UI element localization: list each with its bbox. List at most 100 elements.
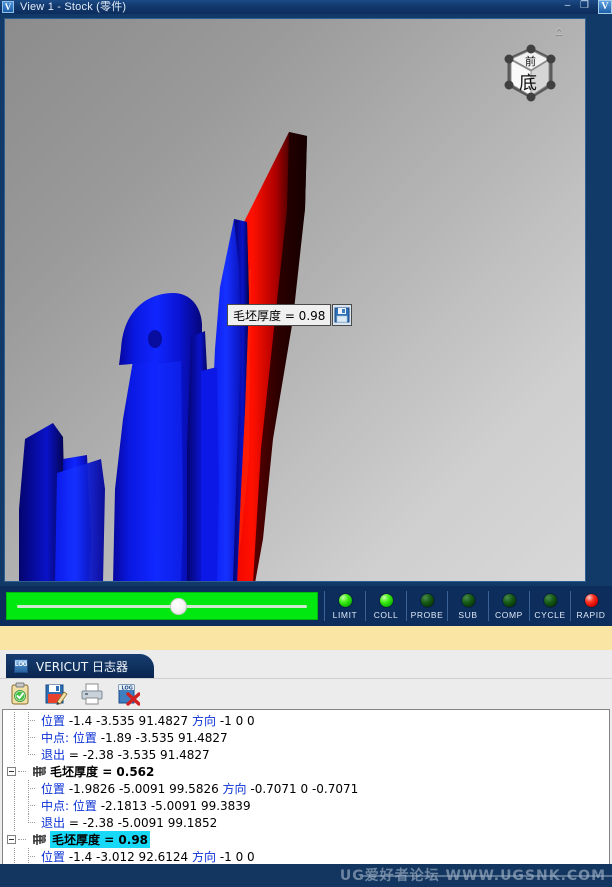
log-text-segment: 位置 [41, 782, 66, 796]
log-toolbar: LOG [0, 678, 612, 709]
led-indicator-cycle [542, 592, 558, 608]
led-cell-comp[interactable]: COMP [488, 591, 529, 621]
log-text-segment: -1.9826 -5.0091 99.5826 [65, 782, 223, 796]
log-text-segment: -1 0 0 [216, 850, 255, 864]
tree-guide [7, 712, 21, 729]
maximize-icon[interactable]: ❐ [578, 0, 591, 11]
view-cube[interactable]: 前 底 [497, 41, 559, 103]
log-text-segment: = 0.98 [100, 833, 149, 847]
log-tree-row[interactable]: 位置 -1.4 -3.535 91.4827 方向 -1 0 0 [3, 712, 609, 729]
log-tree-parent-row[interactable]: 毛坯厚度 = 0.98 [3, 831, 609, 848]
led-indicator-sub [460, 592, 476, 608]
log-tree-parent-row[interactable]: 毛坯厚度 = 0.562 [3, 763, 609, 780]
tree-guide [7, 746, 21, 763]
log-text-segment: 中点: [41, 799, 73, 813]
log-text-segment: -1.89 -3.535 91.4827 [96, 731, 228, 745]
log-text-segment: 毛坯厚度 [52, 833, 101, 847]
collapse-icon[interactable] [7, 767, 16, 776]
log-row-text: 退出 = -2.38 -5.0091 99.1852 [41, 814, 217, 831]
viewcube-bottom-label: 底 [519, 73, 537, 94]
speed-slider[interactable] [6, 592, 318, 620]
tree-guide [7, 814, 21, 831]
tree-guide [21, 848, 35, 865]
log-tree: 位置 -1.4 -3.535 91.4827 方向 -1 0 0 中点: 位置 -… [3, 710, 609, 874]
thickness-tooltip-text: 毛坯厚度 = 0.98 [227, 304, 332, 326]
tree-guide [21, 814, 35, 831]
led-label-comp: COMP [495, 609, 523, 620]
machined-part-model [19, 132, 307, 581]
thickness-tooltip: 毛坯厚度 = 0.98 [227, 304, 353, 326]
led-cell-cycle[interactable]: CYCLE [529, 591, 570, 621]
log-text-segment: = 0.562 [98, 765, 155, 779]
log-text-segment: = -2.38 -5.0091 99.1852 [65, 816, 218, 830]
log-text-segment: 毛坯厚度 [50, 765, 99, 779]
led-cell-rapid[interactable]: RAPID [570, 591, 611, 621]
log-row-text: 毛坯厚度 = 0.98 [50, 831, 151, 848]
led-cell-probe[interactable]: PROBE [406, 591, 447, 621]
print-icon[interactable] [78, 681, 106, 707]
log-text-segment: -2.1813 -5.0091 99.3839 [96, 799, 251, 813]
save-edit-icon[interactable] [42, 681, 70, 707]
log-text-segment: 位置 [72, 799, 97, 813]
log-row-text: 中点: 位置 -1.89 -3.535 91.4827 [41, 729, 228, 746]
led-cell-limit[interactable]: LIMIT [324, 591, 365, 621]
tree-guide [21, 746, 35, 763]
led-label-probe: PROBE [410, 609, 444, 620]
led-indicator-comp [501, 592, 517, 608]
led-cell-sub[interactable]: SUB [447, 591, 488, 621]
log-text-segment: -0.7071 0 -0.7071 [246, 782, 359, 796]
log-text-segment: 位置 [72, 731, 97, 745]
log-tab-label: VERICUT 日志器 [36, 659, 128, 674]
stock-node-icon [32, 765, 47, 778]
machine-status-leds: LIMIT COLL PROBE SUB COMP CYCLE RAPID [324, 586, 611, 626]
clear-log-icon[interactable]: LOG [114, 681, 142, 707]
tree-guide [7, 729, 21, 746]
slider-knob[interactable] [169, 598, 187, 615]
log-row-text: 位置 -1.4 -3.012 92.6124 方向 -1 0 0 [41, 848, 255, 865]
tree-guide [7, 848, 21, 865]
save-icon[interactable] [332, 304, 353, 326]
tree-guide [7, 780, 21, 797]
log-tree-row[interactable]: 退出 = -2.38 -5.0091 99.1852 [3, 814, 609, 831]
led-cell-coll[interactable]: COLL [365, 591, 406, 621]
log-text-segment: = -2.38 -3.535 91.4827 [65, 748, 210, 762]
log-text-segment: 退出 [41, 748, 66, 762]
log-panel: LOG VERICUT 日志器 LOG 位置 -1.4 -3.535 91.48… [0, 654, 612, 887]
collapse-icon[interactable] [7, 835, 16, 844]
home-icon[interactable]: ⌂ [555, 24, 563, 37]
log-row-text: 毛坯厚度 = 0.562 [50, 763, 154, 780]
tab-vericut-log[interactable]: LOG VERICUT 日志器 [6, 654, 154, 678]
clipboard-check-icon[interactable] [6, 681, 34, 707]
log-row-text: 位置 -1.4 -3.535 91.4827 方向 -1 0 0 [41, 712, 255, 729]
log-tree-row[interactable]: 位置 -1.4 -3.012 92.6124 方向 -1 0 0 [3, 848, 609, 865]
watermark-strike [362, 875, 612, 877]
window-titlebar: V View 1 - Stock (零件) – ❐ ✕ [0, 0, 612, 14]
log-text-segment: 方向 [192, 850, 217, 864]
log-text-segment: 退出 [41, 816, 66, 830]
log-row-text: 退出 = -2.38 -3.535 91.4827 [41, 746, 210, 763]
log-row-text: 位置 -1.9826 -5.0091 99.5826 方向 -0.7071 0 … [41, 780, 358, 797]
viewport-frame: 前 底 ⌂ 毛坯厚度 = 0.98 [0, 14, 612, 586]
tree-guide [21, 797, 35, 814]
window-title: View 1 - Stock (零件) [20, 0, 127, 13]
stock-node-icon [32, 833, 47, 846]
led-indicator-probe [419, 592, 435, 608]
minimize-icon[interactable]: – [561, 0, 574, 11]
log-tree-row[interactable]: 退出 = -2.38 -3.535 91.4827 [3, 746, 609, 763]
3d-viewport[interactable]: 前 底 ⌂ 毛坯厚度 = 0.98 [4, 18, 586, 582]
tree-guide [18, 763, 32, 780]
led-label-rapid: RAPID [576, 609, 606, 620]
tree-guide [18, 831, 32, 848]
led-indicator-limit [337, 592, 353, 608]
log-tree-container[interactable]: 位置 -1.4 -3.535 91.4827 方向 -1 0 0 中点: 位置 -… [2, 709, 610, 875]
log-tree-row[interactable]: 中点: 位置 -1.89 -3.535 91.4827 [3, 729, 609, 746]
log-text-segment: 方向 [222, 782, 247, 796]
log-tree-row[interactable]: 位置 -1.9826 -5.0091 99.5826 方向 -0.7071 0 … [3, 780, 609, 797]
log-text-segment: -1.4 -3.012 92.6124 [65, 850, 192, 864]
slider-track [17, 605, 307, 608]
log-tree-row[interactable]: 中点: 位置 -2.1813 -5.0091 99.3839 [3, 797, 609, 814]
led-label-limit: LIMIT [332, 609, 358, 620]
led-label-cycle: CYCLE [534, 609, 566, 620]
app-icon: V [2, 1, 14, 13]
log-text-segment: 位置 [41, 714, 66, 728]
